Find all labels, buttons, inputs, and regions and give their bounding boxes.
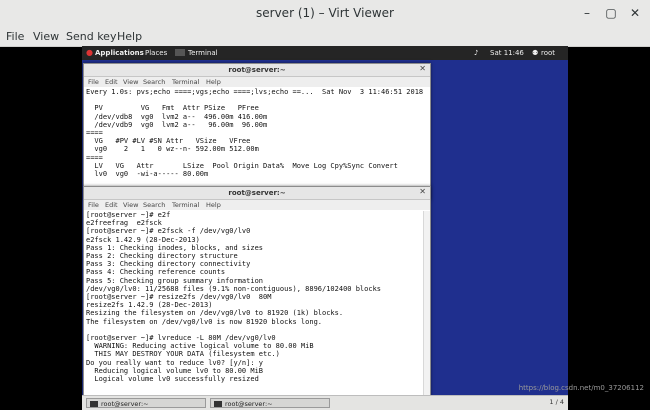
menu-view[interactable]: View xyxy=(33,30,59,43)
close-icon[interactable]: ✕ xyxy=(419,187,426,196)
user-menu[interactable]: root xyxy=(541,49,555,57)
volume-icon[interactable]: ♪ xyxy=(474,49,478,57)
menu-file[interactable]: File xyxy=(88,201,99,209)
guest-top-panel: ● Applications Places Terminal ♪ Sat 11:… xyxy=(82,46,568,60)
menu-file[interactable]: File xyxy=(88,78,99,86)
user-icon: ⚉ xyxy=(532,49,539,57)
workspace-pager[interactable]: 1 / 4 xyxy=(549,398,564,406)
taskbar-item-label: root@server:~ xyxy=(225,400,273,408)
terminal-titlebar: root@server:~ xyxy=(84,187,430,200)
minimize-icon[interactable]: – xyxy=(580,6,594,20)
menubar: File View Send key Help xyxy=(0,28,650,47)
terminal-window-watch[interactable]: root@server:~ ✕ File Edit View Search Te… xyxy=(83,63,431,200)
terminal-output[interactable]: [root@server ~]# e2f e2freefrag e2fsck [… xyxy=(86,211,381,383)
menu-edit[interactable]: Edit xyxy=(105,78,118,86)
scrollbar[interactable] xyxy=(423,211,430,395)
terminal-title: root@server:~ xyxy=(228,189,286,197)
terminal-menubar: File Edit View Search Terminal Help xyxy=(84,77,430,87)
terminal-icon xyxy=(175,49,185,56)
taskbar-item-terminal-1[interactable]: root@server:~ xyxy=(86,398,206,408)
menu-view[interactable]: View xyxy=(123,78,138,86)
menu-send-key[interactable]: Send key xyxy=(66,30,116,43)
menu-terminal[interactable]: Terminal xyxy=(172,78,199,86)
close-icon[interactable]: ✕ xyxy=(628,6,642,20)
menu-edit[interactable]: Edit xyxy=(105,201,118,209)
terminal-output[interactable]: Every 1.0s: pvs;echo ====;vgs;echo ====;… xyxy=(86,88,423,178)
terminal-window-shell[interactable]: root@server:~ ✕ File Edit View Search Te… xyxy=(83,186,431,396)
menu-terminal[interactable]: Terminal xyxy=(172,201,199,209)
window-title: server (1) – Virt Viewer xyxy=(256,6,394,20)
terminal-titlebar: root@server:~ xyxy=(84,64,430,77)
menu-help[interactable]: Help xyxy=(117,30,142,43)
watermark: https://blog.csdn.net/m0_37206112 xyxy=(518,384,644,392)
terminal-icon xyxy=(90,401,98,407)
menu-search[interactable]: Search xyxy=(143,201,165,209)
taskbar-item-label: root@server:~ xyxy=(101,400,149,408)
guest-display[interactable]: ● Applications Places Terminal ♪ Sat 11:… xyxy=(82,46,568,410)
close-icon[interactable]: ✕ xyxy=(419,64,426,73)
maximize-icon[interactable]: ▢ xyxy=(604,6,618,20)
terminal-icon xyxy=(214,401,222,407)
menu-search[interactable]: Search xyxy=(143,78,165,86)
window-titlebar: server (1) – Virt Viewer – ▢ ✕ xyxy=(0,0,650,29)
places-menu[interactable]: Places xyxy=(145,49,167,57)
menu-file[interactable]: File xyxy=(6,30,24,43)
applications-menu[interactable]: Applications xyxy=(95,49,144,57)
fedora-logo-icon: ● xyxy=(86,48,93,57)
terminal-menubar: File Edit View Search Terminal Help xyxy=(84,200,430,210)
terminal-app-menu[interactable]: Terminal xyxy=(188,49,218,57)
menu-help[interactable]: Help xyxy=(206,78,221,86)
menu-view[interactable]: View xyxy=(123,201,138,209)
taskbar-item-terminal-2[interactable]: root@server:~ xyxy=(210,398,330,408)
terminal-title: root@server:~ xyxy=(228,66,286,74)
menu-help[interactable]: Help xyxy=(206,201,221,209)
guest-taskbar: root@server:~ root@server:~ 1 / 4 xyxy=(82,395,568,410)
clock[interactable]: Sat 11:46 xyxy=(490,49,524,57)
